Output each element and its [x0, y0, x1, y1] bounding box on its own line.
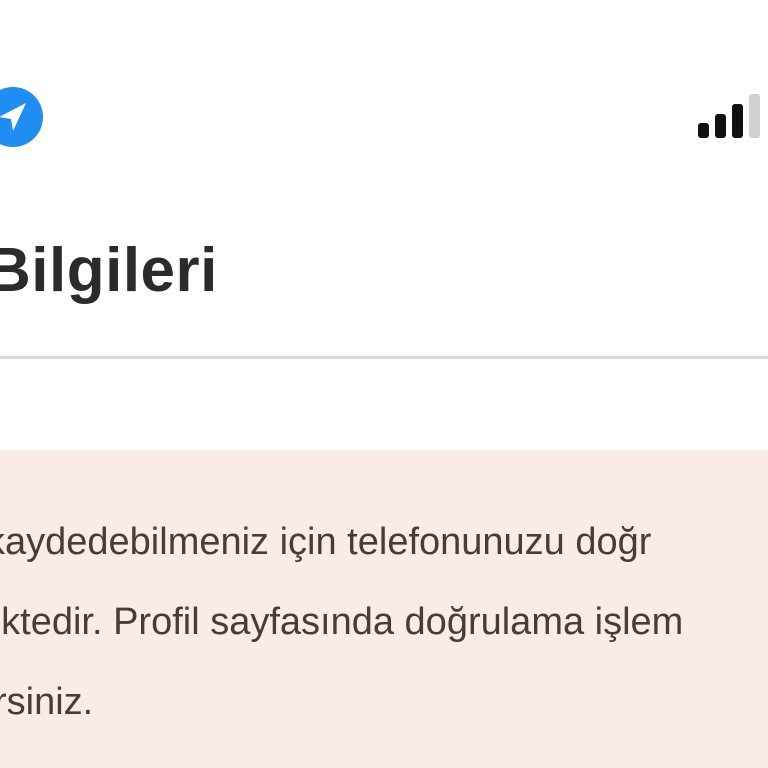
notice-line: rsiniz. [0, 681, 94, 723]
notice-line: ektedir. Profil sayfasında doğrulama işl… [0, 601, 684, 643]
cellular-signal-icon [698, 94, 760, 138]
location-arrow-icon [0, 87, 43, 147]
page-title: Bilgileri [0, 236, 218, 305]
status-bar [0, 0, 768, 200]
header-divider [0, 356, 768, 359]
notice-text: kaydedebilmeniz için telefonunuzu doğr e… [0, 516, 768, 742]
notice-line: kaydedebilmeniz için telefonunuzu doğr [0, 521, 652, 563]
